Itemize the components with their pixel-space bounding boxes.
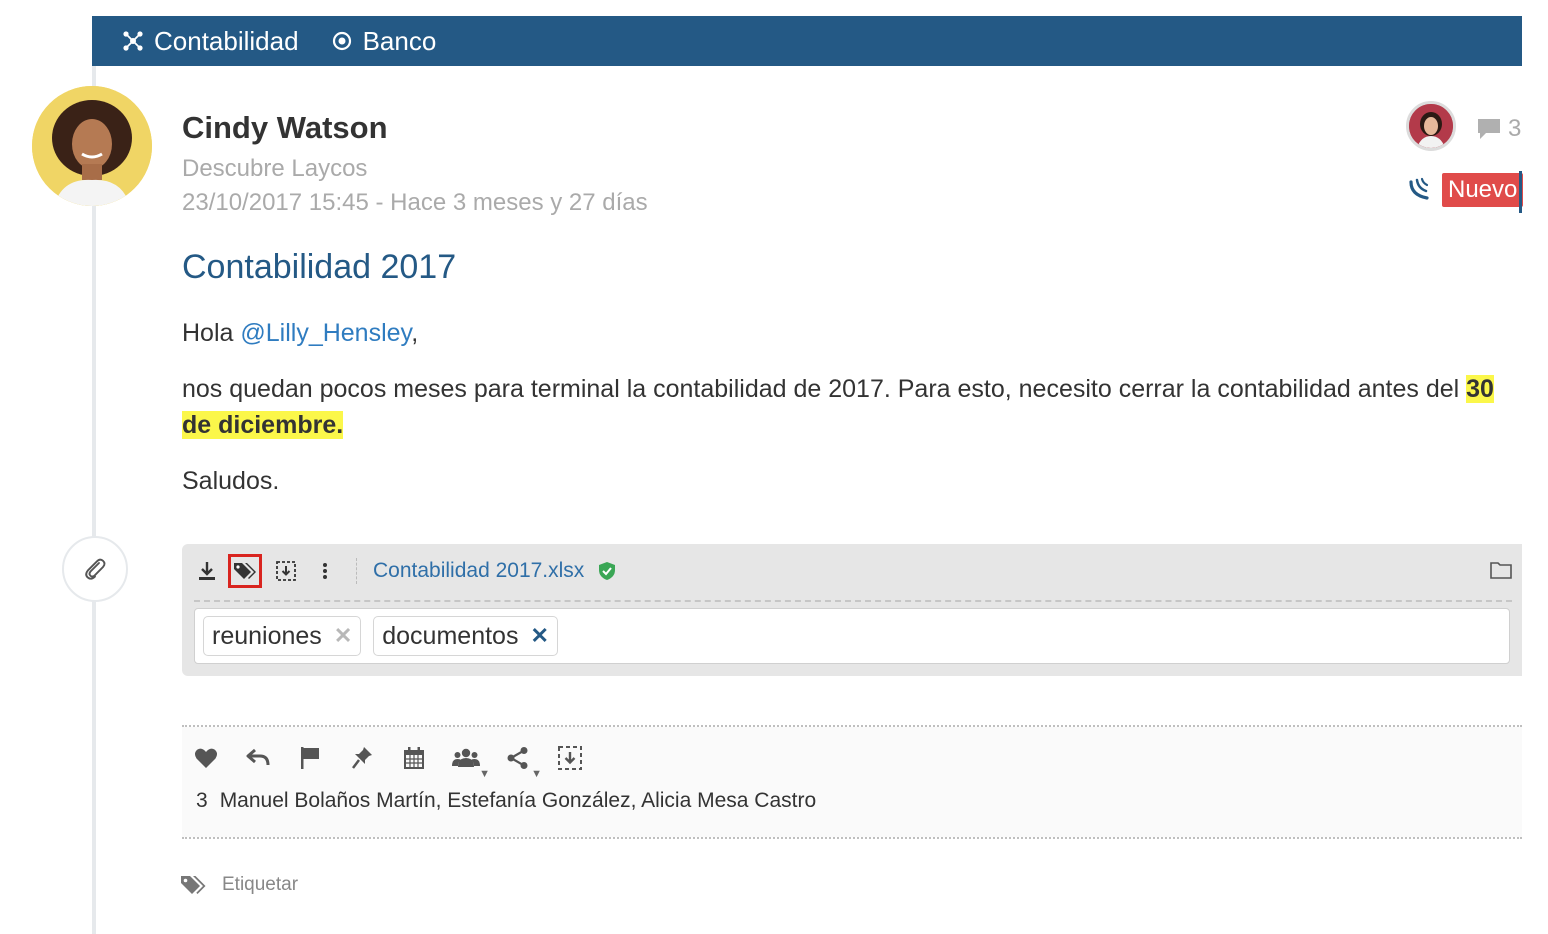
share-with-users-button[interactable]: ▼ (450, 742, 490, 780)
calendar-icon (404, 747, 424, 769)
tags-input[interactable]: reuniones ✕ documentos ✕ (194, 608, 1510, 664)
assignee-avatar[interactable] (1406, 101, 1456, 151)
breadcrumb-item-contabilidad[interactable]: Contabilidad (122, 26, 299, 57)
toolbar-divider (356, 558, 357, 584)
author-avatar[interactable] (32, 86, 152, 206)
reply-button[interactable] (242, 742, 274, 774)
remove-tag-icon[interactable]: ✕ (530, 623, 548, 649)
dropdown-caret-icon: ▼ (531, 768, 542, 780)
attachment-marker (62, 536, 128, 602)
paragraph-text: nos quedan pocos meses para terminal la … (182, 375, 1460, 403)
breadcrumb-item-banco[interactable]: Banco (331, 25, 437, 57)
comment-count: 3 (1508, 115, 1522, 142)
more-options-button[interactable] (310, 556, 340, 586)
post-paragraph: nos quedan pocos meses para terminal la … (182, 371, 1512, 443)
save-post-button[interactable] (554, 742, 586, 774)
tags-icon (181, 876, 206, 894)
post-subtitle: Descubre Laycos (182, 155, 368, 182)
phone-call-icon (1406, 175, 1434, 208)
users-icon (452, 748, 480, 767)
mention-link[interactable]: @Lilly_Hensley (240, 319, 411, 347)
remove-tag-icon[interactable]: ✕ (334, 623, 352, 649)
share-icon (507, 747, 528, 769)
folder-icon[interactable] (1490, 561, 1512, 579)
pin-button[interactable] (346, 742, 378, 774)
attachment-card: Contabilidad 2017.xlsx reuniones ✕ docum… (182, 544, 1522, 676)
flag-icon (301, 747, 319, 769)
post-closing: Saludos. (182, 467, 280, 495)
tag-post-label: Etiquetar (222, 874, 299, 895)
attachment-toolbar: Contabilidad 2017.xlsx (182, 544, 1522, 598)
heart-icon (194, 748, 218, 768)
like-button[interactable] (190, 742, 222, 774)
breadcrumb-label: Contabilidad (154, 25, 299, 56)
likers-names[interactable]: Manuel Bolaños Martín, Estefanía Gonzále… (220, 789, 816, 812)
tag-label: documentos (382, 621, 519, 650)
tag-post-button[interactable]: Etiquetar (180, 874, 298, 896)
share-button[interactable]: ▼ (502, 742, 542, 780)
author-name[interactable]: Cindy Watson (182, 110, 388, 146)
greeting-suffix: , (411, 319, 419, 347)
dashed-download-icon (276, 561, 296, 581)
post-greeting: Hola @Lilly_Hensley, (182, 315, 1512, 351)
target-icon (332, 31, 351, 51)
status-edge (1519, 171, 1522, 213)
breadcrumb-bar: Contabilidad Banco (92, 16, 1522, 66)
vertical-dots-icon (323, 563, 327, 579)
reply-icon (246, 748, 270, 766)
tag-file-button[interactable] (228, 554, 262, 588)
greeting-text: Hola (182, 319, 234, 347)
tag-chip: reuniones ✕ (203, 616, 362, 656)
dashed-download-icon (558, 746, 582, 770)
pin-icon (352, 747, 372, 769)
post-title[interactable]: Contabilidad 2017 (182, 248, 456, 287)
status-badge: Nuevo (1442, 173, 1524, 207)
likers-summary: 3 Manuel Bolaños Martín, Estefanía Gonzál… (196, 789, 816, 813)
comments-counter[interactable]: 3 (1476, 115, 1521, 143)
attachment-divider (194, 600, 1512, 602)
comment-icon (1478, 119, 1500, 139)
save-to-folder-button[interactable] (271, 556, 301, 586)
tags-icon (234, 563, 256, 579)
tag-label: reuniones (212, 621, 322, 650)
likes-count: 3 (196, 789, 208, 812)
actions-top-divider (182, 725, 1522, 727)
download-button[interactable] (192, 556, 222, 586)
flag-button[interactable] (294, 742, 326, 774)
dropdown-caret-icon: ▼ (479, 768, 490, 780)
post-actions: ▼ ▼ (190, 742, 606, 780)
download-icon (199, 562, 215, 580)
attachment-file-link[interactable]: Contabilidad 2017.xlsx (373, 559, 584, 583)
post-date: 23/10/2017 15:45 - Hace 3 meses y 27 día… (182, 189, 648, 216)
breadcrumb-label: Banco (362, 25, 437, 56)
paperclip-icon (85, 558, 106, 580)
calendar-button[interactable] (398, 742, 430, 774)
network-icon (123, 31, 143, 51)
tag-chip: documentos ✕ (373, 616, 558, 656)
shield-check-icon (599, 562, 616, 580)
actions-bottom-divider (182, 837, 1522, 839)
